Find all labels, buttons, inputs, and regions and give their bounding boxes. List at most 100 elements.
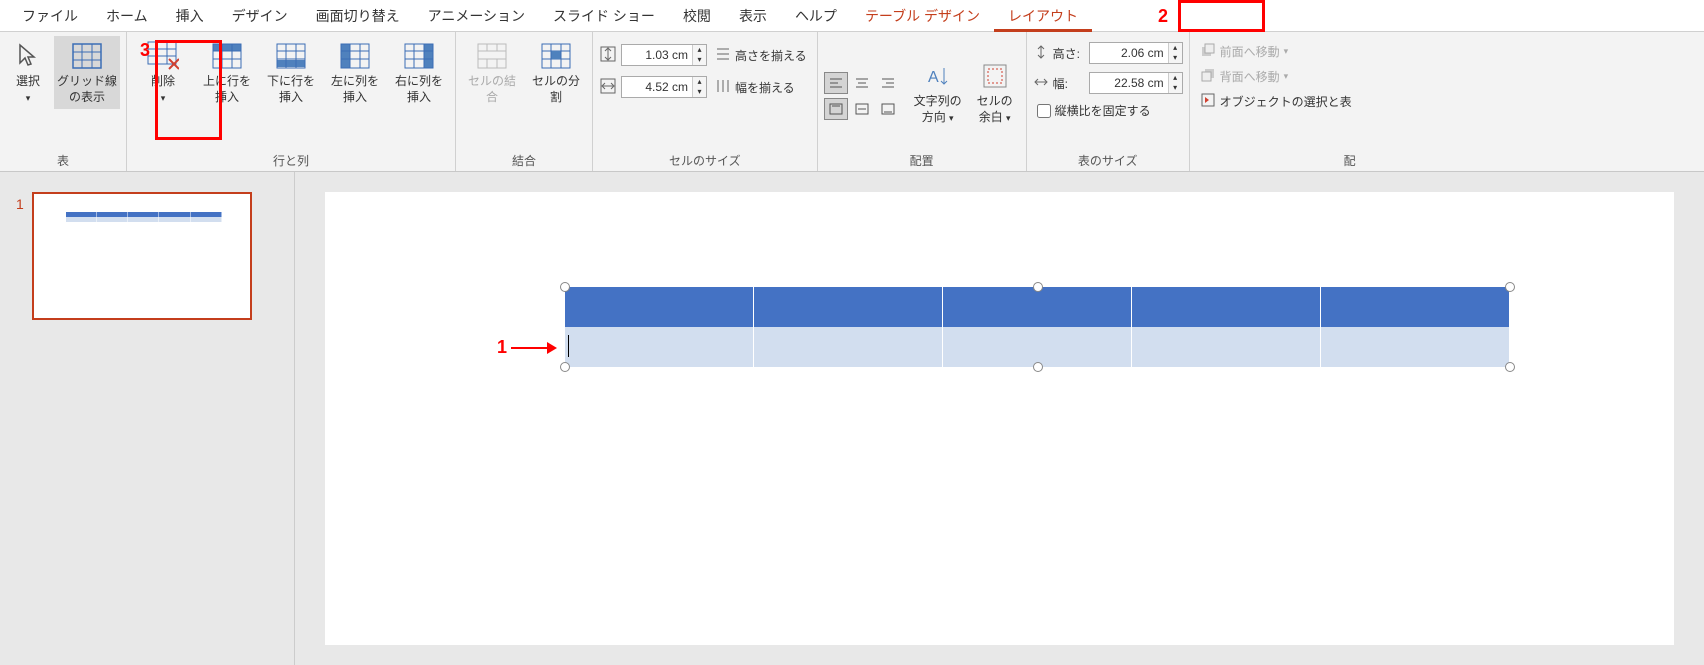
insert-left-button[interactable]: 左に列を挿入: [325, 36, 385, 109]
spin-up[interactable]: ▴: [692, 77, 706, 87]
cell-width-icon: [599, 77, 617, 98]
select-label: 選択: [16, 74, 40, 88]
chevron-down-icon: ▾: [1284, 71, 1289, 82]
group-label-merge: 結合: [462, 150, 586, 169]
insert-right-button[interactable]: 右に列を挿入: [389, 36, 449, 109]
gridlines-label: グリッド線の表示: [56, 74, 118, 105]
cell-height-icon: [599, 45, 617, 66]
ribbon-group-cell-size: 1.03 cm ▴▾ 高さを揃える 4.52 cm ▴▾ 幅を揃える: [593, 32, 818, 171]
selection-handle[interactable]: [1505, 362, 1515, 372]
text-dir-label: 文字列の方向: [914, 94, 962, 124]
menu-slideshow[interactable]: スライド ショー: [539, 0, 669, 32]
gridlines-button[interactable]: グリッド線の表示: [54, 36, 120, 109]
chevron-down-icon: ▾: [26, 93, 31, 103]
menu-view[interactable]: 表示: [725, 0, 781, 32]
bring-forward-label: 前面へ移動: [1220, 43, 1280, 60]
selection-handle[interactable]: [1033, 362, 1043, 372]
spin-down[interactable]: ▾: [1168, 83, 1182, 93]
group-label-cell-size: セルのサイズ: [599, 150, 811, 169]
bring-forward-button[interactable]: 前面へ移動 ▾: [1196, 40, 1293, 63]
selection-handle[interactable]: [560, 362, 570, 372]
align-left-button[interactable]: [824, 72, 848, 94]
cell-width-value: 4.52 cm: [622, 80, 692, 94]
spin-up[interactable]: ▴: [692, 45, 706, 55]
menu-home[interactable]: ホーム: [92, 0, 162, 32]
cell-height-spinner[interactable]: 1.03 cm ▴▾: [621, 44, 707, 66]
menu-animations[interactable]: アニメーション: [414, 0, 539, 32]
slide-table[interactable]: [565, 287, 1510, 367]
ribbon-group-merge: セルの結合 セルの分割 結合: [456, 32, 593, 171]
cell-margin-button[interactable]: セルの余白 ▾: [970, 56, 1020, 129]
dist-cols-icon: [715, 78, 731, 97]
send-backward-button[interactable]: 背面へ移動 ▾: [1196, 65, 1293, 88]
insert-left-label: 左に列を挿入: [327, 74, 383, 105]
align-right-button[interactable]: [876, 72, 900, 94]
menu-transitions[interactable]: 画面切り替え: [302, 0, 414, 32]
thumbnail-table-preview: [66, 212, 222, 222]
menu-review[interactable]: 校閲: [669, 0, 725, 32]
selection-handle[interactable]: [560, 282, 570, 292]
selection-handle[interactable]: [1505, 282, 1515, 292]
ribbon-group-arrange: 前面へ移動 ▾ 背面へ移動 ▾ オブジェクトの選択と表 配: [1190, 32, 1362, 171]
menu-table-design[interactable]: テーブル デザイン: [851, 0, 994, 32]
spin-down[interactable]: ▾: [692, 55, 706, 65]
thumbnail-slide[interactable]: [32, 192, 252, 320]
cell-width-spinner[interactable]: 4.52 cm ▴▾: [621, 76, 707, 98]
table-width-label: 幅:: [1053, 75, 1085, 92]
insert-above-button[interactable]: 上に行を挿入: [197, 36, 257, 109]
annotation-number-3: 3: [140, 40, 150, 61]
spin-up[interactable]: ▴: [1168, 43, 1182, 53]
slide-canvas[interactable]: 1: [325, 192, 1674, 645]
menu-insert[interactable]: 挿入: [162, 0, 218, 32]
select-button[interactable]: 選択 ▾: [6, 36, 50, 109]
send-backward-label: 背面へ移動: [1220, 68, 1280, 85]
bring-forward-icon: [1200, 42, 1216, 61]
spin-down[interactable]: ▾: [692, 87, 706, 97]
selection-pane-icon: [1200, 92, 1216, 111]
split-cells-button[interactable]: セルの分割: [526, 36, 586, 109]
distribute-cols-button[interactable]: 幅を揃える: [711, 76, 799, 99]
menu-design[interactable]: デザイン: [218, 0, 302, 32]
merge-icon: [476, 40, 508, 72]
grid-icon: [71, 40, 103, 72]
svg-text:A: A: [928, 69, 939, 86]
table-height-spinner[interactable]: 2.06 cm ▴▾: [1089, 42, 1183, 64]
insert-col-left-icon: [339, 40, 371, 72]
dist-rows-label: 高さを揃える: [735, 47, 807, 64]
insert-row-above-icon: [211, 40, 243, 72]
align-bottom-button[interactable]: [876, 98, 900, 120]
selection-pane-button[interactable]: オブジェクトの選択と表: [1196, 90, 1356, 113]
table-width-icon: [1033, 74, 1049, 93]
menu-help[interactable]: ヘルプ: [781, 0, 851, 32]
split-icon: [540, 40, 572, 72]
lock-aspect-checkbox[interactable]: 縦横比を固定する: [1033, 100, 1155, 121]
ribbon-group-alignment: A 文字列の方向 ▾ セルの余白 ▾ 配置: [818, 32, 1027, 171]
distribute-rows-button[interactable]: 高さを揃える: [711, 44, 811, 67]
spin-down[interactable]: ▾: [1168, 53, 1182, 63]
table-width-spinner[interactable]: 22.58 cm ▴▾: [1089, 72, 1183, 94]
selection-handle[interactable]: [1033, 282, 1043, 292]
table-height-icon: [1033, 44, 1049, 63]
align-top-button[interactable]: [824, 98, 848, 120]
text-direction-button[interactable]: A 文字列の方向 ▾: [910, 56, 966, 129]
annotation-number-1: 1: [497, 337, 507, 358]
table-row[interactable]: [565, 327, 1510, 367]
spin-up[interactable]: ▴: [1168, 73, 1182, 83]
group-label-rows-cols: 行と列: [133, 150, 449, 169]
lock-aspect-input[interactable]: [1037, 104, 1051, 118]
group-label-alignment: 配置: [824, 150, 1020, 169]
table-row[interactable]: [565, 287, 1510, 327]
align-middle-button[interactable]: [850, 98, 874, 120]
ribbon: 選択▾ グリッド線の表示 表 削除▾ 上に行を: [0, 32, 1704, 172]
insert-below-button[interactable]: 下に行を挿入: [261, 36, 321, 109]
split-label: セルの分割: [528, 74, 584, 105]
menu-layout[interactable]: レイアウト: [994, 0, 1092, 32]
menu-file[interactable]: ファイル: [8, 0, 92, 32]
table-height-label: 高さ:: [1053, 45, 1085, 62]
insert-above-label: 上に行を挿入: [199, 74, 255, 105]
merge-cells-button[interactable]: セルの結合: [462, 36, 522, 109]
table-width-value: 22.58 cm: [1090, 76, 1168, 90]
align-center-button[interactable]: [850, 72, 874, 94]
send-backward-icon: [1200, 67, 1216, 86]
annotation-number-2: 2: [1158, 6, 1168, 27]
